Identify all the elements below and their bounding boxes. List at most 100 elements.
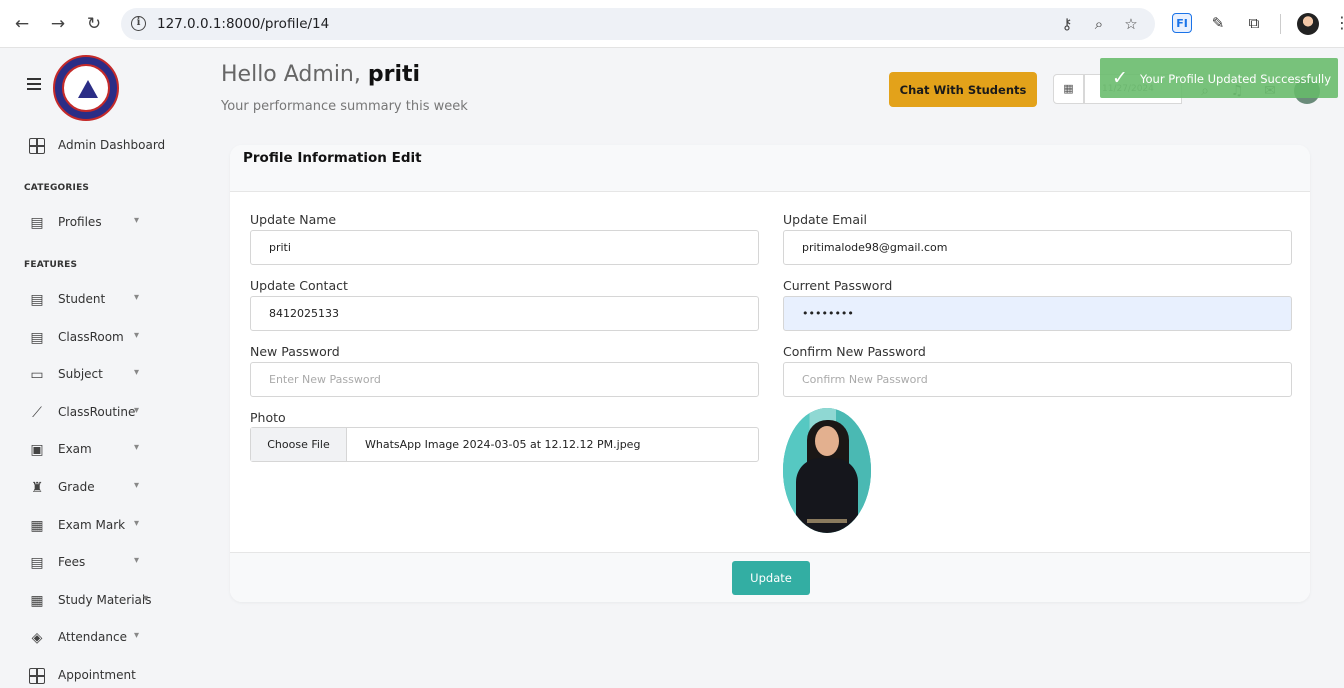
subject-icon: ▭ <box>30 367 44 383</box>
sidebar-item-label: Attendance <box>58 630 127 644</box>
sidebar-item-label: ClassRoutine <box>58 405 136 419</box>
zoom-icon[interactable]: ⌕ <box>1090 15 1108 33</box>
greeting-text: Hello Admin, <box>221 62 361 87</box>
chevron-down-icon: ▾ <box>134 367 140 378</box>
sidebar-item-classroutine[interactable]: ⟋ ClassRoutine ▾ <box>0 398 200 428</box>
table-icon: ▦ <box>30 593 44 609</box>
student-icon: ▤ <box>30 292 44 308</box>
photo-label: Photo <box>250 410 286 425</box>
sidebar-item-admin-dashboard[interactable]: Admin Dashboard <box>0 131 200 161</box>
key-icon[interactable]: ⚷ <box>1058 15 1076 33</box>
site-info-icon[interactable]: i <box>131 16 146 31</box>
more-menu-icon[interactable]: ⋮ <box>1334 13 1344 32</box>
name-label: Update Name <box>250 212 337 227</box>
confirm-password-input[interactable] <box>783 362 1292 397</box>
section-heading-categories: CATEGORIES <box>24 183 90 193</box>
contact-label: Update Contact <box>250 278 348 293</box>
browser-toolbar: ← → ↻ i 127.0.0.1:8000/profile/14 ⚷ ⌕ ☆ … <box>0 0 1344 48</box>
address-bar[interactable]: i 127.0.0.1:8000/profile/14 ⚷ ⌕ ☆ <box>121 8 1155 40</box>
email-label: Update Email <box>783 212 867 227</box>
selected-file-name: WhatsApp Image 2024-03-05 at 12.12.12 PM… <box>365 438 641 451</box>
chevron-down-icon: ▾ <box>134 215 140 226</box>
email-input[interactable] <box>783 230 1292 265</box>
card-header: Profile Information Edit <box>230 145 1310 192</box>
greeting-user-name: priti <box>367 62 421 87</box>
trophy-icon: ♜ <box>30 480 44 496</box>
url-text[interactable]: 127.0.0.1:8000/profile/14 <box>157 16 329 32</box>
chat-with-students-button[interactable]: Chat With Students <box>889 72 1037 107</box>
classroom-icon: ▤ <box>30 330 44 346</box>
sidebar-item-attendance[interactable]: ◈ Attendance ▾ <box>0 623 200 653</box>
sidebar-item-classroom[interactable]: ▤ ClassRoom ▾ <box>0 323 200 353</box>
sidebar-item-label: Grade <box>58 480 95 494</box>
browser-profile-avatar[interactable] <box>1297 13 1319 35</box>
toast-message: Your Profile Updated Successfully <box>1140 72 1332 86</box>
checkmark-icon: ✓ <box>1112 67 1128 89</box>
layers-icon: ◈ <box>31 630 43 646</box>
chevron-down-icon: ▾ <box>134 630 140 641</box>
grid-icon <box>29 138 45 154</box>
reload-icon[interactable]: ↻ <box>83 13 105 35</box>
performance-summary: Your performance summary this week <box>221 99 468 114</box>
forward-arrow-icon[interactable]: → <box>47 13 69 35</box>
hamburger-menu-icon[interactable] <box>27 78 41 93</box>
card-footer: Update <box>230 552 1310 602</box>
confirm-password-label: Confirm New Password <box>783 344 926 359</box>
sidebar-item-grade[interactable]: ♜ Grade ▾ <box>0 473 200 503</box>
back-arrow-icon[interactable]: ← <box>11 13 33 35</box>
photo-file-input[interactable]: Choose File WhatsApp Image 2024-03-05 at… <box>250 427 759 462</box>
sidebar-item-label: Profiles <box>58 215 102 229</box>
chevron-down-icon: ▾ <box>134 442 140 453</box>
fees-icon: ▤ <box>30 555 44 571</box>
chart-line-icon: ⟋ <box>32 405 42 421</box>
chevron-down-icon: ▾ <box>143 593 149 604</box>
name-input[interactable] <box>250 230 759 265</box>
sidebar-item-fees[interactable]: ▤ Fees ▾ <box>0 548 200 578</box>
sidebar-item-appointment[interactable]: Appointment <box>0 661 200 688</box>
new-password-label: New Password <box>250 344 340 359</box>
profile-photo <box>783 408 871 533</box>
sidebar-item-label: Fees <box>58 555 86 569</box>
sidebar-item-subject[interactable]: ▭ Subject ▾ <box>0 360 200 390</box>
bookmark-star-icon[interactable]: ☆ <box>1122 15 1140 33</box>
sidebar-item-label: Exam Mark <box>58 518 126 532</box>
sidebar-item-label: Exam <box>58 442 92 456</box>
update-button[interactable]: Update <box>732 561 810 595</box>
toolbar-divider <box>1280 14 1281 34</box>
current-password-label: Current Password <box>783 278 893 293</box>
sidebar-item-exam[interactable]: ▣ Exam ▾ <box>0 435 200 465</box>
chevron-down-icon: ▾ <box>134 330 140 341</box>
profile-edit-card: Profile Information Edit Update Name Upd… <box>230 145 1310 602</box>
contact-input[interactable] <box>250 296 759 331</box>
chevron-down-icon: ▾ <box>134 292 140 303</box>
grid-icon <box>29 668 45 684</box>
chevron-down-icon: ▾ <box>134 480 140 491</box>
eyedropper-icon[interactable]: ✎ <box>1208 13 1228 33</box>
extension-fi-icon[interactable]: FI <box>1172 13 1192 33</box>
table-icon: ▦ <box>30 518 44 534</box>
success-toast: ✓ Your Profile Updated Successfully <box>1100 58 1338 98</box>
sidebar-item-student[interactable]: ▤ Student ▾ <box>0 285 200 315</box>
exam-icon: ▣ <box>30 442 44 458</box>
chevron-down-icon: ▾ <box>134 518 140 529</box>
calendar-icon[interactable]: ▦ <box>1053 74 1084 104</box>
sidebar-item-label: Subject <box>58 367 103 381</box>
new-password-input[interactable] <box>250 362 759 397</box>
sidebar-item-profiles[interactable]: ▤ Profiles ▾ <box>0 208 200 238</box>
chevron-down-icon: ▾ <box>134 405 140 416</box>
sidebar: Admin Dashboard CATEGORIES ▤ Profiles ▾ … <box>0 48 200 688</box>
current-password-input[interactable] <box>783 296 1292 331</box>
section-heading-features: FEATURES <box>24 260 78 270</box>
chevron-down-icon: ▾ <box>134 555 140 566</box>
sidebar-item-exam-mark[interactable]: ▦ Exam Mark ▾ <box>0 511 200 541</box>
sidebar-item-study-materials[interactable]: ▦ Study Materials ▾ <box>0 586 200 616</box>
card-title: Profile Information Edit <box>243 150 422 166</box>
sidebar-item-label: ClassRoom <box>58 330 124 344</box>
choose-file-button[interactable]: Choose File <box>251 428 347 461</box>
extensions-puzzle-icon[interactable]: ⧉ <box>1244 13 1264 33</box>
page-greeting: Hello Admin, priti <box>221 62 420 87</box>
sidebar-item-label: Admin Dashboard <box>58 138 166 152</box>
sidebar-item-label: Study Materials <box>58 593 152 607</box>
sidebar-item-label: Student <box>58 292 106 306</box>
school-logo <box>53 55 119 121</box>
